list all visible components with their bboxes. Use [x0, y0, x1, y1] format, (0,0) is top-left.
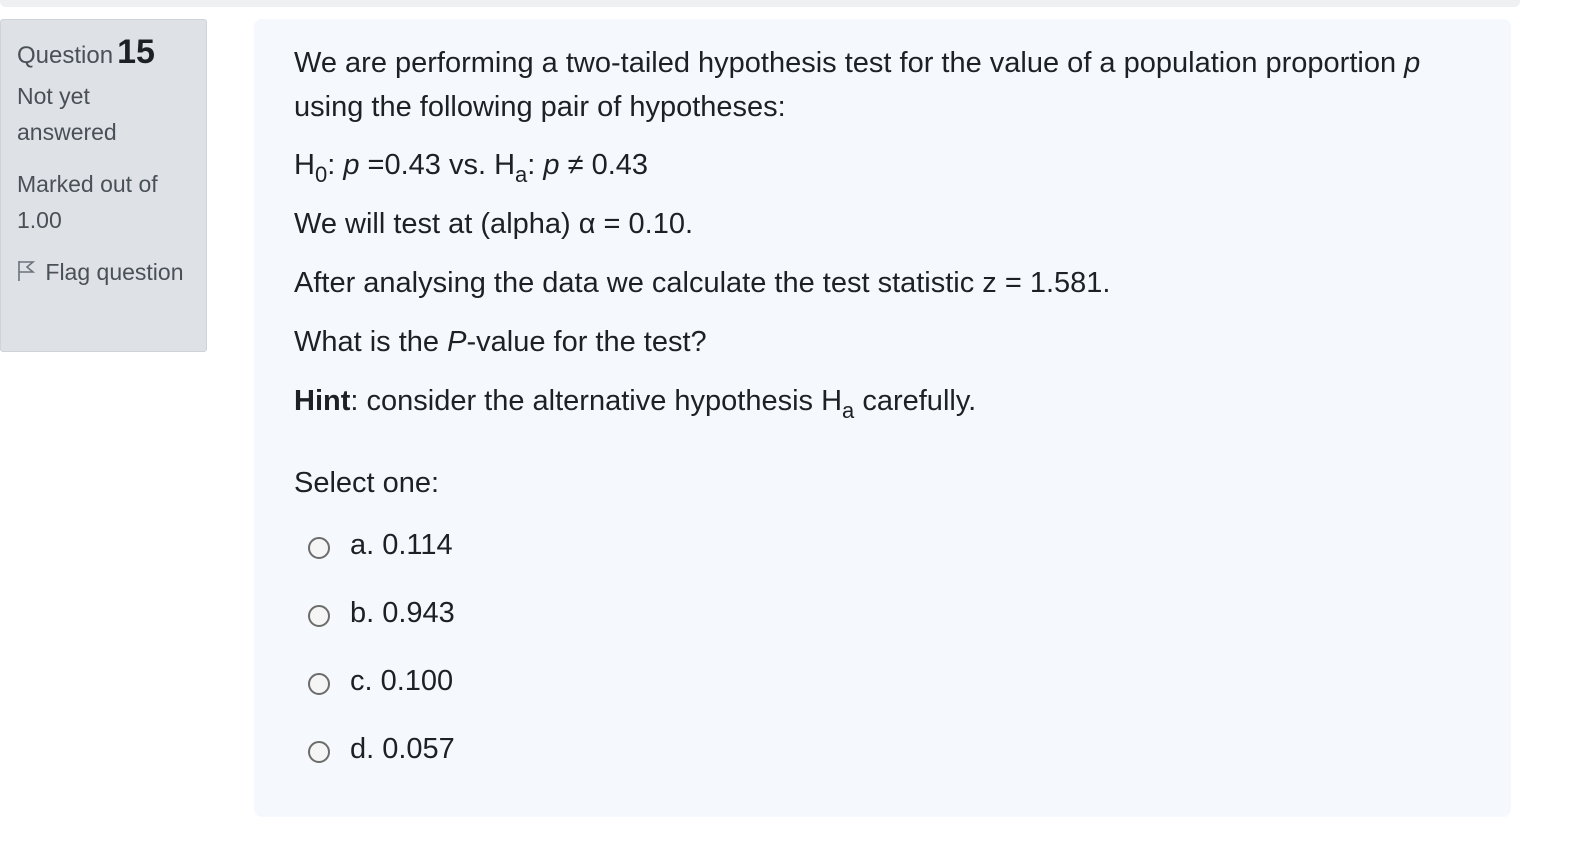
- radio-button[interactable]: [308, 537, 330, 559]
- h0-p: p: [343, 149, 360, 181]
- hint-label: Hint: [294, 385, 351, 417]
- ha-p: p: [543, 149, 560, 181]
- question-state: Not yet answered: [17, 83, 117, 145]
- radio-button[interactable]: [308, 605, 330, 627]
- hypotheses: H0: p =0.43 vs. Ha: p ≠ 0.43: [294, 143, 1471, 187]
- question-content: We are performing a two-tailed hypothesi…: [254, 19, 1511, 817]
- h0-symbol: H: [294, 149, 315, 181]
- flag-icon: [17, 256, 39, 292]
- option-label: a. 0.114: [350, 529, 453, 561]
- intro-text: We are performing a two-tailed hypothesi…: [294, 47, 1405, 79]
- answer-option-b[interactable]: b. 0.943: [308, 579, 1471, 647]
- question-intro: We are performing a two-tailed hypothesi…: [294, 41, 1471, 129]
- radio-button[interactable]: [308, 741, 330, 763]
- question-label: Question: [17, 42, 114, 69]
- answer-option-c[interactable]: c. 0.100: [308, 647, 1471, 715]
- question-info-panel: Question 15 Not yet answered Marked out o…: [0, 19, 207, 352]
- option-label: c. 0.100: [350, 665, 454, 697]
- ask-p: P: [447, 326, 467, 358]
- answer-option-a[interactable]: a. 0.114: [308, 511, 1471, 579]
- test-statistic: After analysing the data we calculate th…: [294, 267, 1111, 299]
- question-number-value: 15: [117, 33, 155, 71]
- ask-text-end: -value for the test?: [466, 326, 707, 358]
- option-label: b. 0.943: [350, 597, 455, 629]
- h0-colon: :: [327, 149, 344, 181]
- h0-subscript: 0: [314, 162, 328, 187]
- ask-text: What is the: [294, 326, 448, 358]
- ha-colon: :: [527, 149, 544, 181]
- ha-subscript: a: [515, 162, 528, 187]
- hint-text: : consider the alternative hypothesis H: [350, 385, 843, 417]
- intro-text-end: using the following pair of hypotheses:: [294, 91, 786, 123]
- radio-button[interactable]: [308, 673, 330, 695]
- select-prompt: Select one:: [294, 467, 440, 499]
- top-divider: [0, 0, 1520, 7]
- question-ask: What is the P-value for the test?: [294, 320, 1471, 364]
- hint: Hint: consider the alternative hypothesi…: [294, 379, 1471, 423]
- answer-option-d[interactable]: d. 0.057: [308, 715, 1471, 783]
- option-label: d. 0.057: [350, 733, 455, 765]
- hint-end: carefully.: [854, 385, 977, 417]
- alpha-level: We will test at (alpha) α = 0.10.: [294, 208, 694, 240]
- answer-options: a. 0.114 b. 0.943 c. 0.100 d. 0.057: [308, 511, 1471, 783]
- intro-p: p: [1404, 47, 1421, 79]
- hint-subscript: a: [842, 398, 855, 423]
- question-number: Question 15: [17, 34, 190, 74]
- flag-question-link[interactable]: Flag question: [17, 254, 190, 292]
- flag-question-label: Flag question: [45, 259, 184, 285]
- h0-value: =0.43 vs. H: [359, 149, 516, 181]
- question-grade: Marked out of 1.00: [17, 171, 158, 233]
- ha-value: ≠ 0.43: [559, 149, 649, 181]
